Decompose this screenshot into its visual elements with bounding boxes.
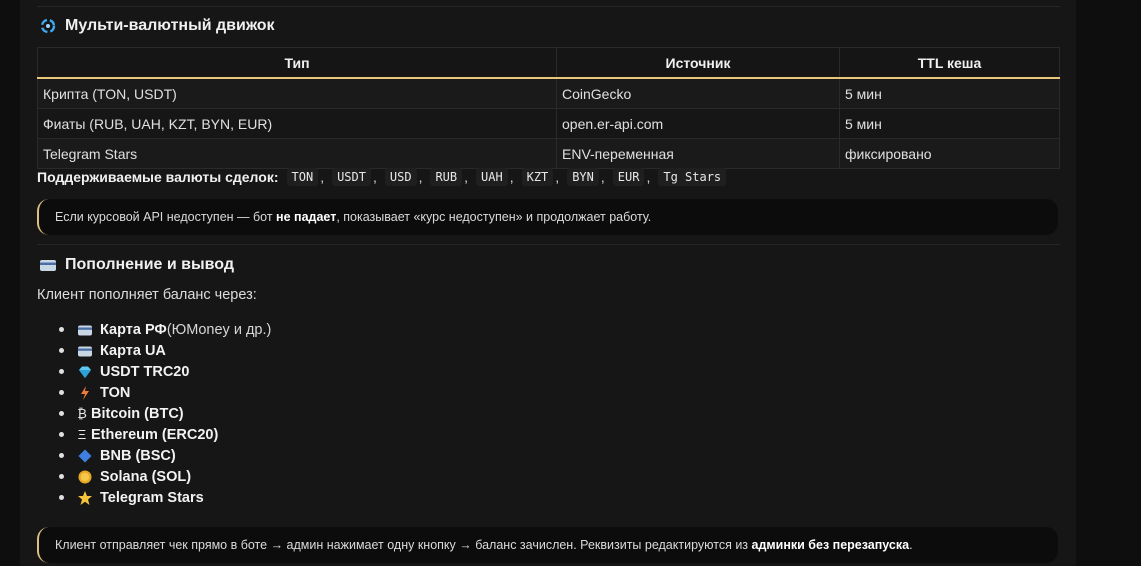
note-text: Клиент отправляет чек прямо в боте → адм… — [55, 538, 913, 552]
table-cell: Крипта (TON, USDT) — [37, 77, 557, 109]
engine-table: Тип Источник TTL кеша Крипта (TON, USDT)… — [37, 47, 1060, 169]
note-text: Если курсовой API недоступен — бот не па… — [55, 210, 652, 224]
currency-code: Tg Stars — [658, 168, 727, 186]
content-panel: Мульти-валютный движок Тип Источник TTL … — [20, 0, 1076, 566]
star-icon — [78, 490, 92, 505]
column-header: Источник — [556, 47, 840, 79]
sun-icon — [78, 470, 92, 483]
column-header: Тип — [37, 47, 557, 79]
payment-methods-list: Карта РФ (ЮMoney и др.) Карта UA USDT TR… — [59, 319, 271, 508]
table-cell: Telegram Stars — [37, 138, 557, 169]
payments-note: Клиент отправляет чек прямо в боте → адм… — [37, 527, 1058, 563]
column-header: TTL кеша — [839, 47, 1060, 79]
currencies-label: Поддерживаемые валюты сделок: — [37, 169, 279, 185]
table-cell: 5 мин — [839, 108, 1060, 139]
table-row: Фиаты (RUB, UAH, KZT, BYN, EUR) open.er-… — [37, 108, 1060, 139]
list-item: BNB (BSC) — [59, 445, 271, 466]
table-row: Крипта (TON, USDT) CoinGecko 5 мин — [37, 77, 1060, 109]
table-cell: ENV-переменная — [556, 138, 840, 169]
lightning-icon — [81, 385, 89, 400]
card-icon — [78, 346, 92, 356]
list-item: Telegram Stars — [59, 487, 271, 508]
payments-title: Пополнение и вывод — [65, 256, 235, 273]
table-cell: фиксировано — [839, 138, 1060, 169]
table-cell: 5 мин — [839, 77, 1060, 109]
list-item: Карта РФ (ЮMoney и др.) — [59, 319, 271, 340]
currency-code: RUB — [430, 168, 463, 186]
currency-code: TON — [286, 168, 319, 186]
diamond-icon — [79, 366, 91, 378]
bitcoin-icon: ₿ — [77, 406, 87, 421]
currency-code: USDT — [332, 168, 371, 186]
ethereum-icon: Ξ — [77, 427, 87, 442]
currency-code: KZT — [521, 168, 554, 186]
table-cell: Фиаты (RUB, UAH, KZT, BYN, EUR) — [37, 108, 557, 139]
currency-code: BYN — [567, 168, 599, 186]
list-item: Ξ Ethereum (ERC20) — [59, 424, 271, 445]
currency-code: USD — [384, 168, 417, 186]
card-icon — [78, 325, 92, 335]
table-cell: CoinGecko — [556, 77, 840, 109]
list-item: ₿ Bitcoin (BTC) — [59, 403, 271, 424]
currency-code: EUR — [612, 168, 645, 186]
list-item: TON — [59, 382, 271, 403]
engine-title: Мульти-валютный движок — [65, 17, 275, 34]
currency-code: UAH — [476, 168, 508, 186]
blue-diamond-icon — [78, 449, 92, 462]
table-cell: open.er-api.com — [556, 108, 840, 139]
card-icon — [40, 260, 56, 271]
payments-intro: Клиент пополняет баланс через: — [37, 287, 257, 303]
cycle-icon — [40, 18, 56, 34]
list-item: Solana (SOL) — [59, 466, 271, 487]
supported-currencies: Поддерживаемые валюты сделок: TON, USDT,… — [37, 168, 728, 186]
engine-heading: Мульти-валютный движок — [39, 17, 275, 35]
list-item: USDT TRC20 — [59, 361, 271, 382]
payments-heading: Пополнение и вывод — [39, 256, 234, 274]
divider — [37, 244, 1060, 245]
divider — [37, 6, 1060, 7]
table-header-row: Тип Источник TTL кеша — [37, 47, 1060, 79]
table-row: Telegram Stars ENV-переменная фиксирован… — [37, 138, 1060, 169]
api-note: Если курсовой API недоступен — бот не па… — [37, 199, 1058, 235]
list-item: Карта UA — [59, 340, 271, 361]
